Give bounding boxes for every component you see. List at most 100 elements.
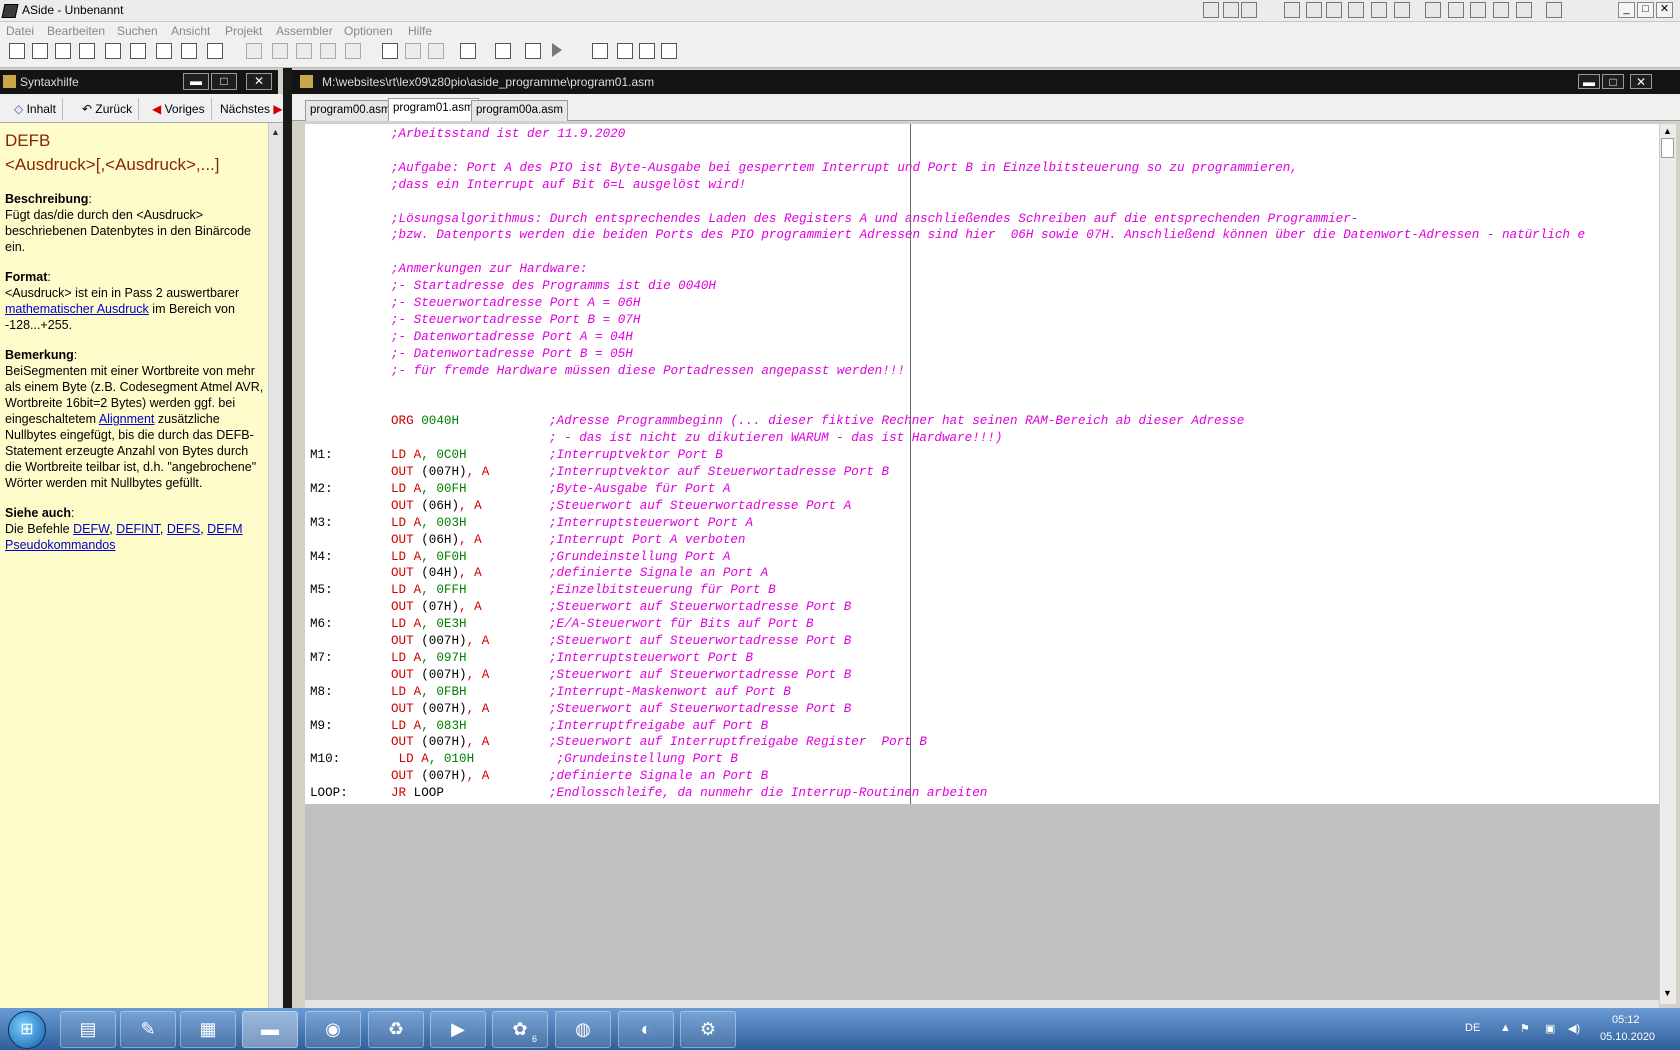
open-project-icon[interactable] [79,43,95,59]
help-prev-button[interactable]: ◀ Voriges [146,98,212,120]
scroll-thumb[interactable] [1661,138,1674,158]
language-indicator[interactable]: DE [1465,1022,1480,1034]
access-icon[interactable] [1470,2,1486,18]
clock-icon[interactable] [1493,2,1509,18]
book-icon[interactable] [1516,2,1532,18]
taskbar-aside-icon[interactable]: ▬ [242,1011,298,1048]
taskbar-media-icon[interactable]: ▶ [430,1011,486,1048]
help-next-button[interactable]: Nächstes ▶ [214,98,289,120]
defm-link[interactable]: DEFM [207,522,242,536]
doc-red-icon[interactable] [639,43,655,59]
menu-datei[interactable]: Datei [6,22,34,40]
close-button[interactable]: ✕ [1656,2,1673,18]
save-icon[interactable] [105,43,121,59]
tray-expand-icon[interactable]: ▲ [1500,1022,1511,1034]
help2-icon[interactable] [1241,2,1257,18]
tab-program00[interactable]: program00.asm [305,100,396,121]
check-icon[interactable] [525,43,541,59]
scroll-up-icon[interactable]: ▲ [271,127,280,137]
note-icon[interactable] [1326,2,1342,18]
edit-icon[interactable] [345,43,361,59]
ie-icon[interactable] [1203,2,1219,18]
help-icon[interactable] [1223,2,1239,18]
copy-icon[interactable] [296,43,312,59]
mail-icon[interactable] [1284,2,1300,18]
save-as-icon[interactable] [156,43,172,59]
save-all-icon[interactable] [130,43,146,59]
taskbar-edge-icon[interactable]: ◐ [618,1011,674,1048]
taskbar-chrome-icon[interactable]: ◍ [555,1011,611,1048]
minimize-button[interactable]: _ [1618,2,1635,18]
menu-bearbeiten[interactable]: Bearbeiten [47,22,105,40]
cut-icon[interactable] [272,43,288,59]
scroll-up-icon[interactable]: ▲ [1663,126,1672,136]
maximize-button[interactable]: □ [1637,2,1654,18]
editor-maximize-button[interactable]: □ [1602,74,1624,89]
print-icon[interactable] [207,43,223,59]
new-file-icon[interactable] [9,43,25,59]
menu-assembler[interactable]: Assembler [276,22,333,40]
paste-icon[interactable] [320,43,336,59]
editor-scrollbar[interactable]: ▲ ▼ [1659,124,1676,1004]
editor-close-button[interactable]: ✕ [1630,74,1652,89]
menu-suchen[interactable]: Suchen [117,22,158,40]
open-icon[interactable] [55,43,71,59]
defw-link[interactable]: DEFW [73,522,109,536]
start-button[interactable]: ⊞ [8,1011,46,1049]
editor-hscrollbar[interactable] [305,1000,1659,1008]
find-icon[interactable] [382,43,398,59]
taskbar-explorer-icon[interactable]: ▤ [60,1011,116,1048]
code-token: , A [466,701,490,716]
code-editor[interactable]: ;Arbeitsstand ist der 11.9.2020 ;Aufgabe:… [305,124,1659,804]
people-icon[interactable] [1371,2,1387,18]
alignment-link[interactable]: Alignment [99,412,155,426]
excel-icon[interactable] [1448,2,1464,18]
defint-link[interactable]: DEFINT [116,522,160,536]
menu-projekt[interactable]: Projekt [225,22,262,40]
defs-link[interactable]: DEFS [167,522,200,536]
find-next-icon[interactable] [428,43,444,59]
taskbar-globe-icon[interactable]: ◉ [305,1011,361,1048]
book-open-icon[interactable] [617,43,633,59]
network-icon[interactable]: ▣ [1545,1022,1555,1035]
menu-hilfe[interactable]: Hilfe [408,22,432,40]
goto-icon[interactable] [460,43,476,59]
pseudocommands-link[interactable]: Pseudokommandos [5,538,115,552]
taskbar-paint-icon[interactable]: ✿ [492,1011,548,1048]
clock-date[interactable]: 05.10.2020 [1600,1031,1655,1043]
help-maximize-button[interactable]: □ [211,73,237,90]
help-contents-button[interactable]: ◇ Inhalt [8,98,63,120]
clock-time[interactable]: 05:12 [1612,1014,1640,1026]
tab-program00a[interactable]: program00a.asm [471,100,568,121]
replace-icon[interactable] [405,43,421,59]
menu-ansicht[interactable]: Ansicht [171,22,210,40]
word-icon[interactable] [1425,2,1441,18]
menu-optionen[interactable]: Optionen [344,22,393,40]
scroll-down-icon[interactable]: ▼ [1663,988,1672,998]
books-icon[interactable] [592,43,608,59]
pen-icon[interactable] [1394,2,1410,18]
open-folder-icon[interactable] [181,43,197,59]
card-icon[interactable] [1348,2,1364,18]
doc-icon[interactable] [1306,2,1322,18]
taskbar-game-icon[interactable]: ⚙ [680,1011,736,1048]
help-close-button[interactable]: ✕ [246,73,272,90]
new-doc-icon[interactable] [32,43,48,59]
build-icon[interactable] [495,43,511,59]
help-minimize-button[interactable]: ▬ [183,73,209,90]
play-icon[interactable] [552,43,562,57]
volume-icon[interactable]: ◀) [1568,1022,1580,1035]
editor-minimize-button[interactable]: ▬ [1578,74,1600,89]
flag-icon[interactable]: ⚑ [1520,1022,1530,1035]
taskbar-winamp-icon[interactable]: ♻ [368,1011,424,1048]
taskbar-calculator-icon[interactable]: ▦ [180,1011,236,1048]
help-scrollbar[interactable]: ▲ [268,123,283,1008]
taskbar-notepad-icon[interactable]: ✎ [120,1011,176,1048]
doc-delete-icon[interactable] [661,43,677,59]
math-expression-link[interactable]: mathematischer Ausdruck [5,302,149,316]
tab-program01[interactable]: program01.asm [388,98,479,121]
panel-splitter[interactable] [283,68,292,1008]
app-icon[interactable] [1546,2,1562,18]
undo-icon[interactable] [246,43,262,59]
help-back-button[interactable]: ↶ Zurück [76,98,140,120]
